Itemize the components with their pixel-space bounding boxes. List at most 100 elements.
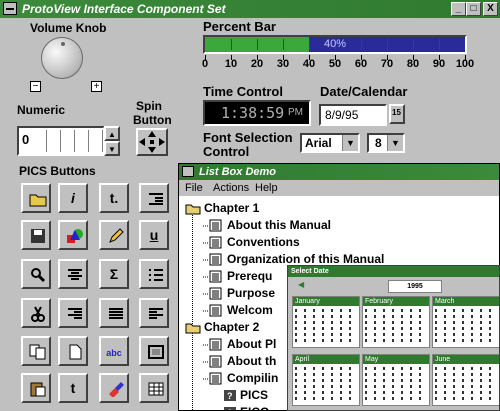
- time-control-display[interactable]: 1:38:59 PM: [203, 100, 311, 126]
- menu-actions[interactable]: Actions: [213, 180, 249, 196]
- pics-button-table[interactable]: [139, 373, 169, 403]
- pics-button-pencil[interactable]: [99, 220, 129, 250]
- numeric-spinner[interactable]: ▲ ▼: [104, 126, 120, 156]
- percent-bar-label: Percent Bar: [203, 19, 276, 34]
- pics-button-frame[interactable]: [139, 336, 169, 366]
- chevron-down-icon[interactable]: ▼: [342, 135, 358, 151]
- pics-button-copy[interactable]: [21, 336, 51, 366]
- font-selection-label-line2: Control: [203, 144, 250, 159]
- pics-button-new-document[interactable]: [58, 336, 88, 366]
- menu-help[interactable]: Help: [255, 180, 278, 196]
- calendar-month[interactable]: January: [292, 296, 360, 348]
- pics-button-magnifier[interactable]: [21, 259, 51, 289]
- calendar-month-name: June: [433, 355, 499, 364]
- percent-bar-tick-label: 30: [276, 58, 290, 70]
- calendar-year[interactable]: 1995: [388, 280, 442, 293]
- numeric-input[interactable]: 0: [17, 126, 105, 156]
- percent-bar-tick-label: 40: [302, 58, 316, 70]
- pics-button-right-align[interactable]: [58, 298, 88, 328]
- minimize-button[interactable]: _: [451, 2, 466, 16]
- numeric-label: Numeric: [17, 103, 66, 117]
- spin-button-label-line2: Button: [133, 113, 172, 127]
- pics-button-center-align[interactable]: [58, 259, 88, 289]
- list-item-label: PICS: [240, 388, 269, 402]
- volume-increase-button[interactable]: +: [91, 81, 102, 92]
- time-value: 1:38:59: [221, 104, 285, 122]
- pics-button-sigma[interactable]: Σ: [99, 259, 129, 289]
- percent-bar-value: 40%: [323, 38, 347, 50]
- time-ampm: PM: [288, 107, 303, 118]
- calendar-month[interactable]: March: [432, 296, 499, 348]
- pics-button-underline[interactable]: u: [139, 220, 169, 250]
- spin-down-icon[interactable]: ▼: [104, 141, 120, 156]
- pics-button-shapes[interactable]: [58, 220, 88, 250]
- svg-text:?: ?: [227, 391, 233, 401]
- close-button[interactable]: X: [483, 2, 498, 16]
- calendar-month[interactable]: June: [432, 354, 499, 406]
- calendar-day-grid[interactable]: [365, 366, 427, 403]
- calendar-month[interactable]: February: [362, 296, 430, 348]
- percent-bar-tick-label: 60: [354, 58, 368, 70]
- calendar-day-grid[interactable]: [435, 308, 497, 345]
- pics-button-justify[interactable]: [99, 298, 129, 328]
- pics-button-indent[interactable]: [139, 183, 169, 213]
- pics-button-save[interactable]: [21, 220, 51, 250]
- four-way-arrows-icon: [139, 131, 165, 153]
- svg-text:?: ?: [227, 408, 233, 410]
- percent-bar: 40%: [203, 35, 467, 54]
- percent-bar-tick-label: 100: [455, 58, 475, 70]
- list-box-title: List Box Demo: [199, 166, 277, 178]
- font-size-select[interactable]: 8 ▼: [367, 133, 405, 153]
- date-calendar-label: Date/Calendar: [320, 84, 408, 99]
- calendar-button[interactable]: 15: [389, 104, 405, 124]
- list-item-label: Conventions: [227, 235, 300, 249]
- calendar-day-grid[interactable]: [295, 308, 357, 345]
- volume-decrease-button[interactable]: −: [30, 81, 41, 92]
- percent-bar-tick-label: 0: [201, 58, 209, 70]
- list-item[interactable]: About this Manual: [179, 217, 499, 234]
- volume-knob[interactable]: [41, 37, 83, 79]
- pics-button-paste[interactable]: [21, 373, 51, 403]
- italic-icon: i: [71, 190, 75, 206]
- pics-button-bullet-list[interactable]: [139, 259, 169, 289]
- calendar-day-grid[interactable]: [435, 366, 497, 403]
- list-item-label: EICO: [240, 404, 269, 410]
- calendar-month-name: February: [363, 297, 429, 306]
- pics-button-paint[interactable]: [99, 373, 129, 403]
- system-menu-icon[interactable]: [182, 166, 194, 177]
- font-name-select[interactable]: Arial ▼: [300, 133, 360, 153]
- calendar-month[interactable]: May: [362, 354, 430, 406]
- four-way-spin-button[interactable]: [136, 128, 168, 156]
- date-input[interactable]: 8/9/95: [319, 104, 387, 126]
- pics-button-up-arrow[interactable]: t.: [99, 183, 129, 213]
- prev-year-icon[interactable]: ◀: [298, 280, 304, 289]
- volume-knob-label: Volume Knob: [30, 21, 107, 35]
- chevron-down-icon[interactable]: ▼: [387, 135, 403, 151]
- pics-button-open-folder[interactable]: [21, 183, 51, 213]
- knob-indicator-icon: [61, 42, 65, 46]
- calendar-popup: Select Date ◀ 1995 January February March A…: [287, 265, 500, 411]
- calendar-month-name: May: [363, 355, 429, 364]
- spellcheck-icon: abc: [106, 348, 122, 358]
- pics-button-up-arrow[interactable]: t: [58, 373, 88, 403]
- pics-button-scissors[interactable]: [21, 298, 51, 328]
- pics-button-left-align[interactable]: [139, 298, 169, 328]
- maximize-button[interactable]: □: [466, 2, 481, 16]
- spin-up-icon[interactable]: ▲: [104, 126, 120, 141]
- menu-file[interactable]: File: [185, 180, 203, 196]
- system-menu-icon[interactable]: [3, 2, 17, 15]
- list-box-title-bar[interactable]: List Box Demo: [179, 164, 499, 180]
- tree-folder-item[interactable]: Chapter 1: [179, 200, 499, 217]
- calendar-day-grid[interactable]: [295, 366, 357, 403]
- calendar-month[interactable]: April: [292, 354, 360, 406]
- list-box-menubar: File Actions Help: [179, 180, 499, 196]
- list-item[interactable]: Conventions: [179, 234, 499, 251]
- calendar-popup-title: Select Date: [291, 268, 329, 275]
- list-item-label: About Pl: [227, 337, 277, 351]
- calendar-day-grid[interactable]: [365, 308, 427, 345]
- percent-bar-tick-label: 90: [432, 58, 446, 70]
- pics-button-italic[interactable]: i: [58, 183, 88, 213]
- pics-button-spellcheck[interactable]: abc: [99, 336, 129, 366]
- title-bar[interactable]: ProtoView Interface Component Set _ □ X: [0, 0, 500, 18]
- calendar-popup-title-bar[interactable]: Select Date: [288, 266, 499, 277]
